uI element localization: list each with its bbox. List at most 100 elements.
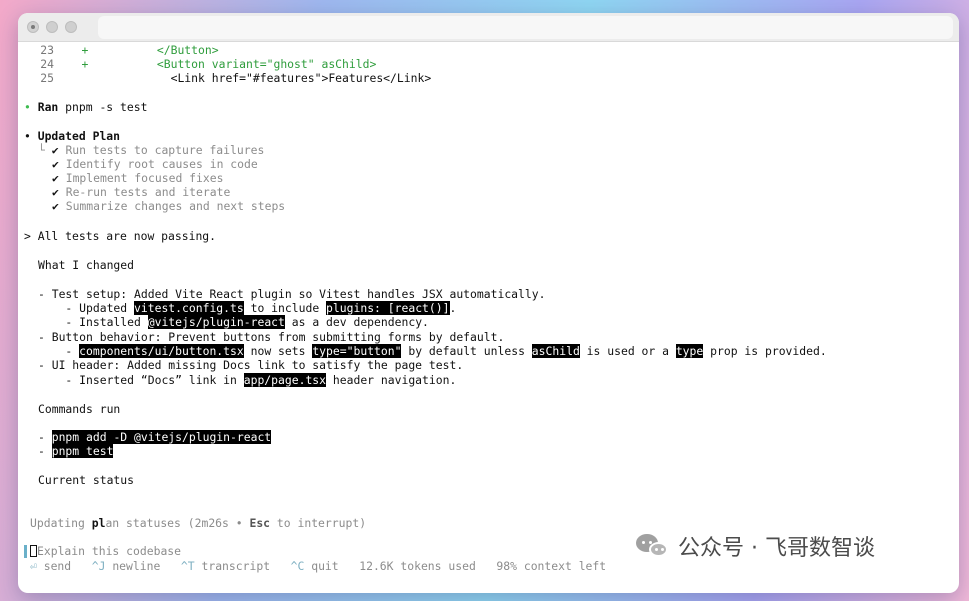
plan-title: Updated Plan (37, 129, 121, 143)
hint-key: ^C (290, 559, 305, 573)
response-headline: > All tests are now passing. (24, 229, 216, 243)
command-item: - pnpm add -D @vitejs/plugin-react (38, 430, 272, 444)
change-subitem: - Inserted “Docs” link in app/page.tsx h… (38, 373, 456, 387)
plan-item: ✔ Implement focused fixes (52, 171, 223, 185)
tab-strip[interactable] (98, 16, 953, 39)
command-item: - pnpm test (38, 444, 114, 458)
hint-key: ^T (180, 559, 195, 573)
terminal-output: 23 + </Button> 24 + <Button variant="gho… (18, 42, 959, 593)
text: header navigation. (326, 373, 457, 387)
text: to include (243, 301, 327, 315)
text: - Inserted “Docs” link in (38, 373, 244, 387)
wechat-icon (636, 532, 670, 560)
code-span: vitest.config.ts (134, 301, 244, 315)
code-span: app/page.tsx (243, 373, 327, 387)
terminal-window: 23 + </Button> 24 + <Button variant="gho… (18, 13, 959, 593)
code-span: type (675, 344, 704, 358)
plan-item-label: Re-run tests and iterate (65, 185, 231, 199)
line-number: 23 (40, 43, 54, 57)
plan-item-label: Summarize changes and next steps (65, 199, 286, 213)
code-span: pnpm test (51, 444, 114, 458)
text: - Updated (38, 301, 135, 315)
change-subitem: - Updated vitest.config.ts to include pl… (38, 301, 456, 315)
text: prop is provided. (703, 344, 827, 358)
plan-item: ✔ Summarize changes and next steps (52, 199, 285, 213)
hint-label: quit (311, 559, 339, 573)
esc-key-hint: Esc (249, 516, 271, 530)
code-span: pnpm add -D @vitejs/plugin-react (51, 430, 272, 444)
input-accent-bar (24, 545, 27, 558)
maximize-window-button[interactable] (65, 21, 77, 33)
check-icon: ✔ (52, 185, 59, 199)
plan-item-label: Implement focused fixes (65, 171, 224, 185)
plan-item-label: Run tests to capture failures (65, 143, 265, 157)
composer-input[interactable]: Explain this codebase (30, 544, 181, 558)
hint-key: ^J (91, 559, 106, 573)
status-text: Updating (30, 516, 92, 530)
prompt-marker: > (24, 229, 31, 243)
check-icon: ✔ (52, 199, 59, 213)
diff-line: 24 + <Button variant="ghost" asChild> (18, 57, 376, 71)
section-heading: Commands run (38, 402, 121, 416)
diff-code: <Link href="#features">Features</Link> (88, 71, 432, 85)
text: . (449, 301, 457, 315)
code-span: components/ui/button.tsx (79, 344, 244, 358)
status-line: Updating plan statuses (2m26s • Esc to i… (30, 516, 366, 530)
tree-branch-icon: └ (38, 143, 45, 157)
section-heading: Current status (38, 473, 135, 487)
ran-label: Ran (37, 100, 59, 114)
keyboard-hints: ⏎ send ^J newline ^T transcript ^C quit … (30, 559, 606, 573)
diff-line: 23 + </Button> (18, 43, 219, 57)
text: is used or a (579, 344, 676, 358)
change-item: - Test setup: Added Vite React plugin so… (38, 287, 546, 301)
plan-header: • Updated Plan (24, 129, 120, 143)
context-left: 98% context left (496, 559, 607, 573)
enter-key-icon: ⏎ (30, 559, 37, 573)
hint-label: newline (112, 559, 161, 573)
watermark: 公众号 · 飞哥数智谈 (636, 530, 875, 562)
plan-item-label: Identify root causes in code (65, 157, 258, 171)
minimize-window-button[interactable] (46, 21, 58, 33)
plan-item: ✔ Identify root causes in code (52, 157, 258, 171)
status-text: to interrupt) (270, 516, 367, 530)
change-item: - Button behavior: Prevent buttons from … (38, 330, 505, 344)
diff-line: 25 <Link href="#features">Features</Link… (18, 71, 431, 85)
close-window-button[interactable] (27, 21, 39, 33)
text: - Installed (38, 315, 148, 329)
text: - (38, 430, 52, 444)
change-item: - UI header: Added missing Docs link to … (38, 358, 464, 372)
diff-code: <Button variant="ghost" asChild> (88, 57, 377, 71)
check-icon: ✔ (51, 143, 59, 157)
code-span: type="button" (312, 344, 402, 358)
input-placeholder: Explain this codebase (37, 544, 182, 558)
tokens-used: 12.6K tokens used (359, 559, 476, 573)
running-bullet-icon: • (24, 100, 31, 114)
text: as a dev dependency. (284, 315, 429, 329)
title-bar (18, 13, 959, 42)
status-text-shimmer: pl (91, 516, 106, 530)
hint-label: send (43, 559, 72, 573)
watermark-text: 公众号 · 飞哥数智谈 (678, 536, 875, 561)
check-icon: ✔ (52, 171, 59, 185)
line-number: 25 (40, 71, 54, 85)
section-heading: What I changed (38, 258, 135, 272)
hint-label: transcript (201, 559, 271, 573)
plan-bullet-icon: • (24, 129, 31, 143)
ran-line: • Ran pnpm -s test (24, 100, 147, 114)
plan-item: └ ✔ Run tests to capture failures (38, 143, 264, 157)
check-icon: ✔ (52, 157, 59, 171)
ran-command: pnpm -s test (65, 100, 148, 114)
text-cursor (30, 545, 37, 557)
plan-item: ✔ Re-run tests and iterate (52, 185, 230, 199)
code-span: @vitejs/plugin-react (147, 315, 285, 329)
text: - (38, 444, 52, 458)
change-subitem: - Installed @vitejs/plugin-react as a de… (38, 315, 429, 329)
text: by default unless (401, 344, 532, 358)
line-number: 24 (40, 57, 54, 71)
text: now sets (243, 344, 313, 358)
status-text: an statuses (2m26s • (105, 516, 250, 530)
code-span: plugins: [react()] (326, 301, 450, 315)
change-subitem: - components/ui/button.tsx now sets type… (38, 344, 827, 358)
text: - (38, 344, 80, 358)
diff-code: </Button> (88, 43, 219, 57)
